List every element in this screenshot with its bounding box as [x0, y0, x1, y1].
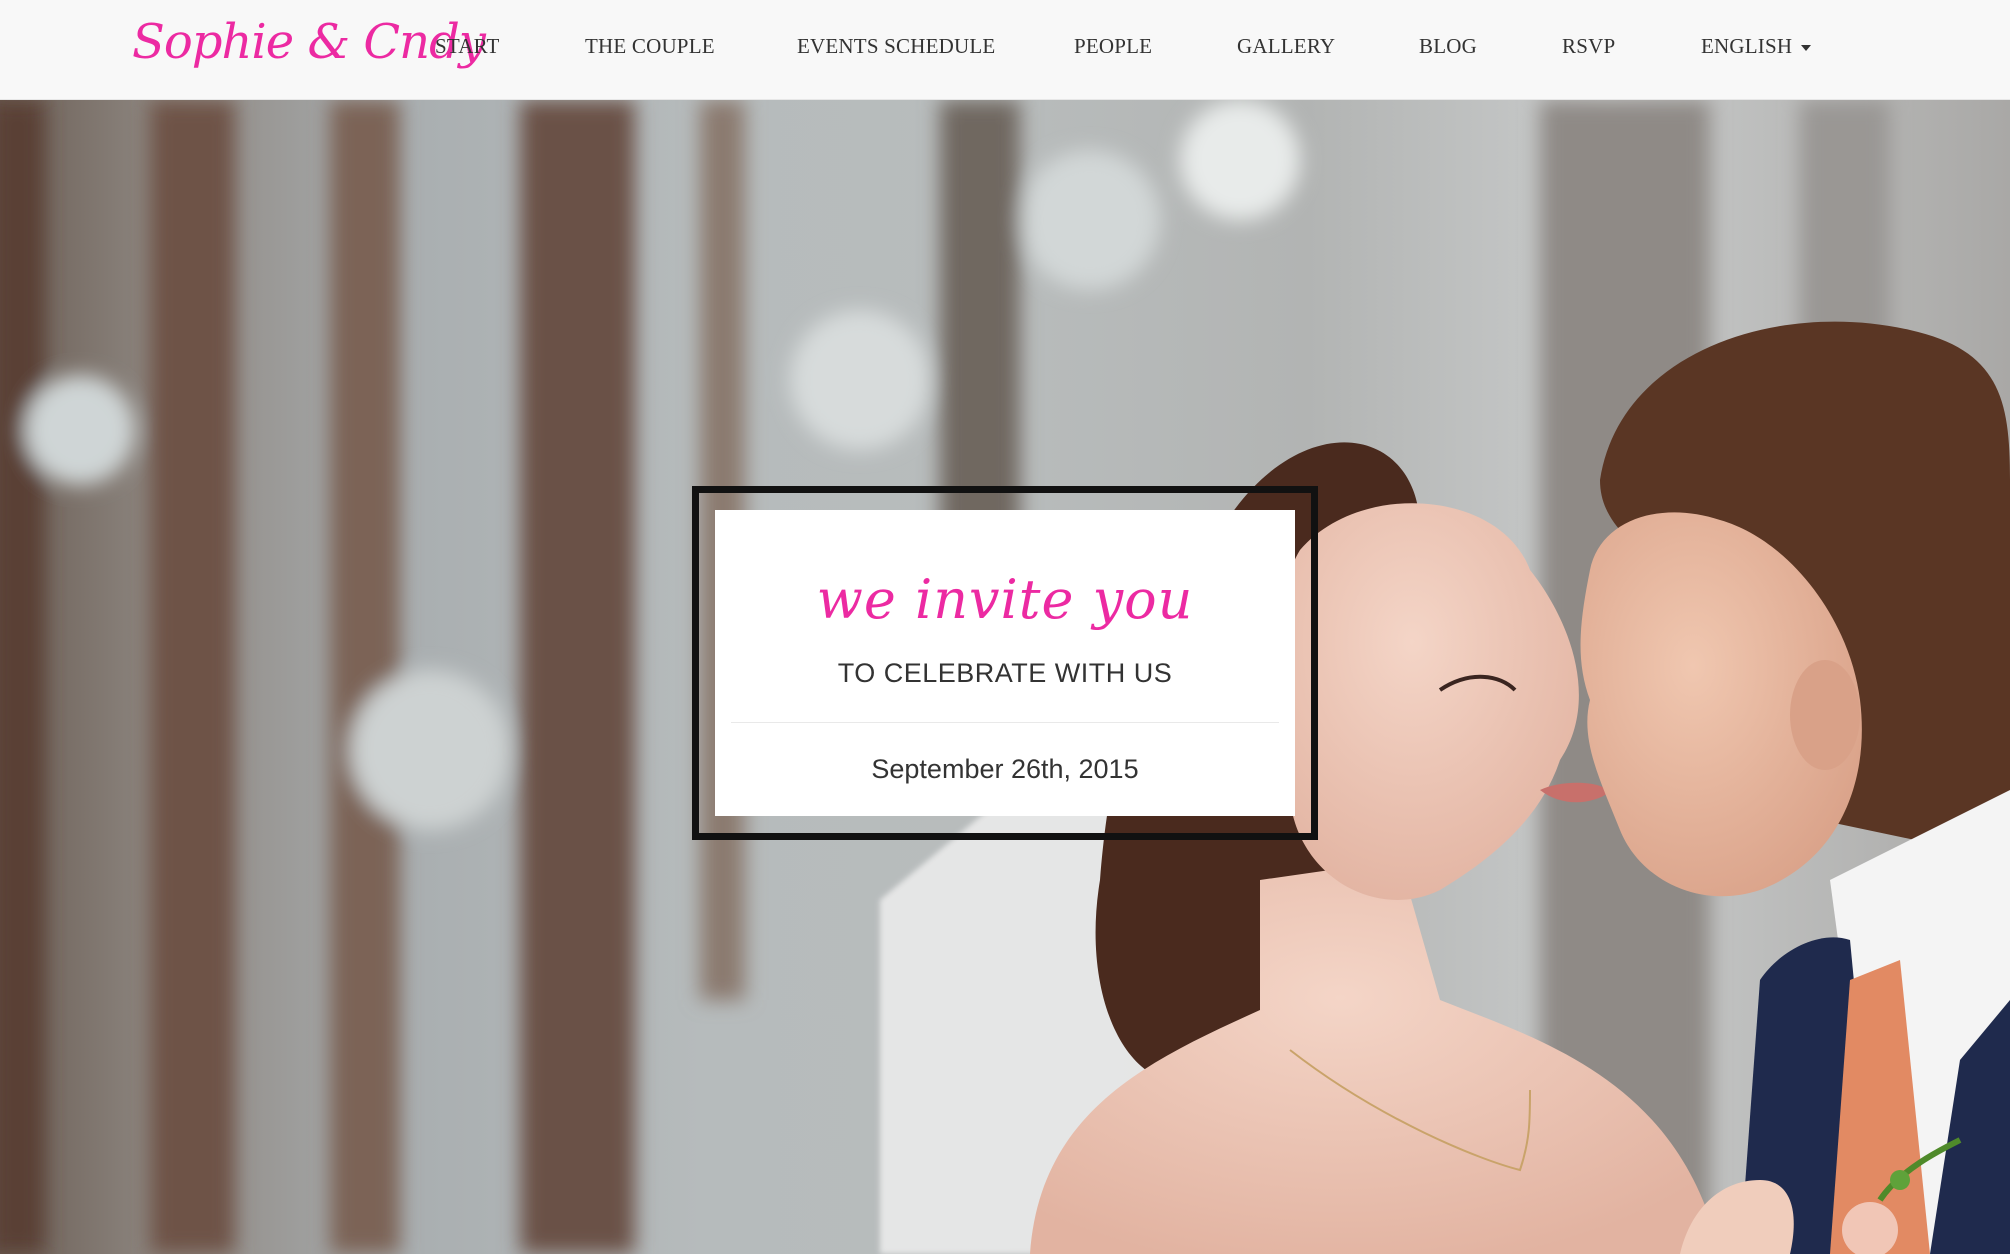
nav-item-start[interactable]: START — [435, 34, 500, 59]
nav-item-rsvp[interactable]: RSVP — [1562, 34, 1615, 59]
invitation-card: we invite you TO CELEBRATE WITH US Septe… — [715, 510, 1295, 816]
language-dropdown[interactable]: ENGLISH — [1701, 34, 1812, 59]
wedding-date: September 26th, 2015 — [871, 754, 1139, 784]
language-label: ENGLISH — [1701, 34, 1793, 58]
brand-logo[interactable]: Sophie & Cndy — [132, 14, 486, 70]
card-divider — [731, 722, 1279, 723]
nav-item-events-schedule[interactable]: EVENTS SCHEDULE — [797, 34, 995, 59]
nav-item-gallery[interactable]: GALLERY — [1237, 34, 1335, 59]
invitation-script-heading: we invite you — [816, 568, 1194, 631]
nav-item-people[interactable]: PEOPLE — [1074, 34, 1152, 59]
nav-item-blog[interactable]: BLOG — [1419, 34, 1477, 59]
invitation-subtitle: TO CELEBRATE WITH US — [837, 658, 1173, 688]
caret-down-icon — [1801, 45, 1812, 52]
page: Sophie & Cndy START THE COUPLE EVENTS SC… — [0, 0, 2010, 1254]
top-navbar: Sophie & Cndy START THE COUPLE EVENTS SC… — [0, 0, 2010, 100]
nav-item-the-couple[interactable]: THE COUPLE — [585, 34, 715, 59]
